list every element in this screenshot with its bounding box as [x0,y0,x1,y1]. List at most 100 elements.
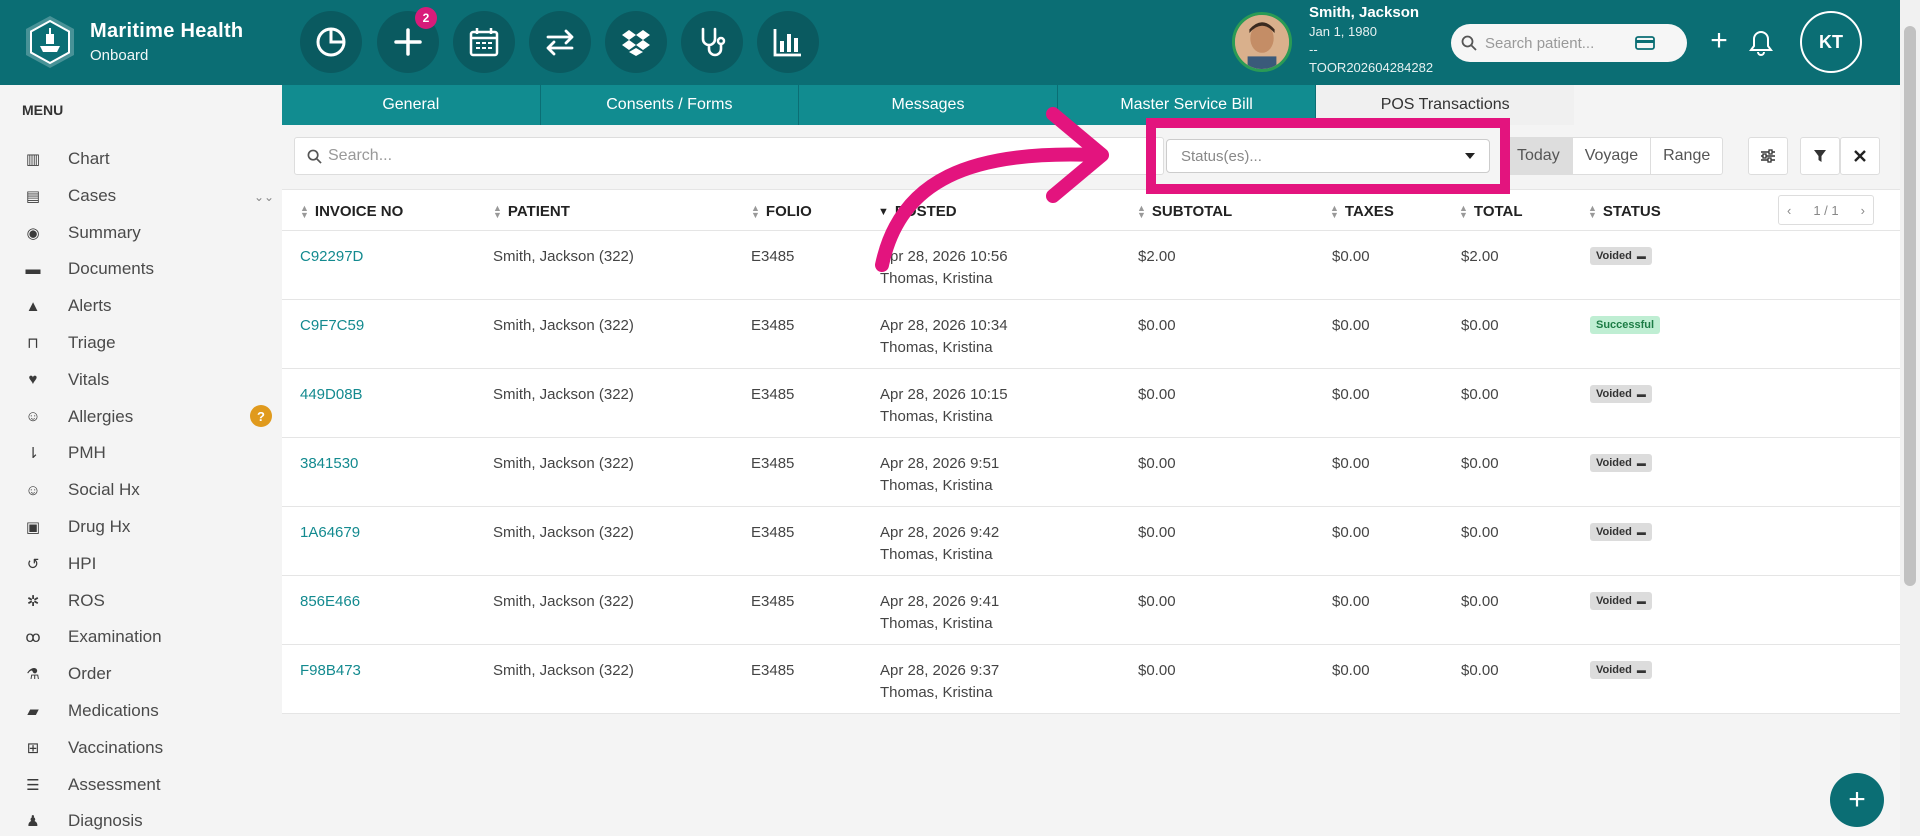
sidebar-item-label: Diagnosis [68,811,143,831]
sidebar-item-allergies[interactable]: ☺ Allergies [22,402,272,432]
allergies-alert-badge[interactable]: ? [250,405,272,427]
sidebar-item-alerts[interactable]: ▲ Alerts [22,291,272,321]
patient-search-input[interactable] [1485,34,1635,52]
tab-general[interactable]: General [282,85,541,125]
status-badge: Voided ▬ [1590,523,1652,541]
next-page-icon[interactable]: › [1861,203,1865,218]
comment-icon[interactable]: ▬ [1637,458,1646,468]
sidebar-item-vaccinations[interactable]: ⊞ Vaccinations [22,733,272,763]
sort-icon: ⇂ [26,445,40,463]
column-settings-button[interactable] [1748,137,1788,175]
dashboard-button[interactable] [300,11,362,73]
comment-icon[interactable]: ▬ [1637,527,1646,537]
table-row[interactable]: C92297D Smith, Jackson (322) E3485 Apr 28, … [282,231,1908,300]
comment-icon[interactable]: ▬ [1637,596,1646,606]
sidebar-item-drug-hx[interactable]: ▣ Drug Hx [22,512,272,542]
sidebar-item-label: Alerts [68,296,112,316]
sidebar-item-diagnosis[interactable]: ♟ Diagnosis [22,806,272,836]
floating-add-button[interactable]: + [1830,773,1884,827]
archive-icon: ▤ [25,187,41,205]
status-text: Voided [1596,388,1632,400]
sidebar-item-label: Medications [68,701,159,720]
comment-icon[interactable]: ▬ [1637,251,1646,261]
posted-cell: Apr 28, 2026 9:37 [880,662,1000,679]
dropbox-button[interactable] [605,11,667,73]
clear-filters-button[interactable] [1840,137,1880,175]
col-posted[interactable]: ▼ POSTED [878,203,957,220]
reports-button[interactable] [757,11,819,73]
tab-messages[interactable]: Messages [799,85,1058,125]
filter-button[interactable] [1800,137,1840,175]
sidebar-item-social-hx[interactable]: ☺ Social Hx [22,475,272,505]
invoice-link[interactable]: 1A64679 [300,522,360,544]
stethoscope-button[interactable] [681,11,743,73]
invoice-link[interactable]: F98B473 [300,660,361,682]
col-patient[interactable]: ▲ ▼ PATIENT [493,203,570,220]
invoice-link[interactable]: 449D08B [300,384,363,406]
sidebar-item-cases[interactable]: ▤ Cases [22,181,272,211]
scrollbar-thumb[interactable] [1904,26,1916,586]
taxes-cell: $0.00 [1332,593,1370,610]
table-row[interactable]: 1A64679 Smith, Jackson (322) E3485 Apr 28, … [282,507,1908,576]
gear-icon: ✲ [26,592,40,610]
stethoscope-icon [701,27,726,57]
invoice-link[interactable]: C9F7C59 [300,315,364,337]
table-row[interactable]: 856E466 Smith, Jackson (322) E3485 Apr 28, … [282,576,1908,645]
invoice-link[interactable]: 856E466 [300,591,360,613]
sidebar-item-documents[interactable]: ▬ Documents [22,254,272,284]
add-icon[interactable]: + [1702,24,1736,58]
table-row[interactable]: 3841530 Smith, Jackson (322) E3485 Apr 28, … [282,438,1908,507]
invoice-search-box[interactable] [294,137,1164,175]
invoice-link[interactable]: C92297D [300,246,363,268]
segment-range[interactable]: Range [1650,138,1722,174]
col-taxes[interactable]: ▲ ▼ TAXES [1330,203,1394,220]
sidebar-item-label: Examination [68,627,162,647]
sidebar-item-order[interactable]: ⚗ Order [22,659,272,689]
add-new-button[interactable]: 2 [377,7,439,73]
segment-today[interactable]: Today [1505,138,1572,174]
sidebar-item-hpi[interactable]: ↺ HPI [22,549,272,579]
sidebar-item-triage[interactable]: ⊓ Triage [22,328,272,358]
comment-icon[interactable]: ▬ [1637,665,1646,675]
sidebar-item-ros[interactable]: ✲ ROS [22,586,272,616]
prev-page-icon[interactable]: ‹ [1787,203,1791,218]
bell-icon[interactable] [1746,28,1776,58]
list-icon: ☰ [26,776,40,794]
table-row[interactable]: C9F7C59 Smith, Jackson (322) E3485 Apr 28, … [282,300,1908,369]
inbox-icon: ⊓ [27,335,39,352]
date-range-segment: Today Voyage Range [1504,137,1724,175]
col-total[interactable]: ▲ ▼ TOTAL [1459,203,1523,220]
col-status[interactable]: ▲ ▼ STATUS [1588,203,1661,220]
card-icon[interactable] [1635,35,1655,51]
comment-icon[interactable]: ▬ [1637,389,1646,399]
invoice-search-input[interactable] [328,147,1128,165]
sidebar-item-assessment[interactable]: ☰ Assessment [22,770,272,800]
chevron-down-icon[interactable]: ⌄⌄ [254,190,274,204]
sidebar-item-pmh[interactable]: ⇂ PMH [22,438,272,468]
brand[interactable]: Maritime Health Onboard [22,14,243,70]
tab-consents-forms[interactable]: Consents / Forms [540,85,800,125]
sidebar-item-chart[interactable]: ▥ Chart [22,144,272,174]
folio-cell: E3485 [751,662,795,679]
user-avatar[interactable]: KT [1800,11,1862,73]
transfer-button[interactable] [529,11,591,73]
invoice-link[interactable]: 3841530 [300,453,358,475]
sidebar-item-vitals[interactable]: ♥ Vitals [22,365,272,395]
folder-icon: ▬ [25,260,41,278]
patient-avatar[interactable] [1232,12,1292,72]
col-folio[interactable]: ▲ ▼ FOLIO [751,203,812,220]
col-subtotal[interactable]: ▲ ▼ SUBTOTAL [1137,203,1232,220]
sidebar-item-label: Allergies [68,406,134,426]
table-row[interactable]: F98B473 Smith, Jackson (322) E3485 Apr 28, … [282,645,1908,714]
patient-search-box[interactable] [1451,24,1687,62]
sidebar-item-examination[interactable]: ꝏ Examination [22,622,272,652]
segment-voyage[interactable]: Voyage [1571,138,1650,174]
posted-cell: Apr 28, 2026 9:51 [880,455,1000,472]
page-indicator: 1 / 1 [1813,202,1839,218]
table-row[interactable]: 449D08B Smith, Jackson (322) E3485 Apr 28, … [282,369,1908,438]
calendar-button[interactable] [453,11,515,73]
sidebar-item-summary[interactable]: ◉ Summary [22,218,272,248]
col-invoice-no[interactable]: ▲ ▼ INVOICE NO [300,203,403,220]
patient-info[interactable]: Smith, Jackson Jan 1, 1980 -- TOOR202604… [1309,4,1433,75]
sidebar-item-medications[interactable]: ▰ Medications [22,696,272,726]
